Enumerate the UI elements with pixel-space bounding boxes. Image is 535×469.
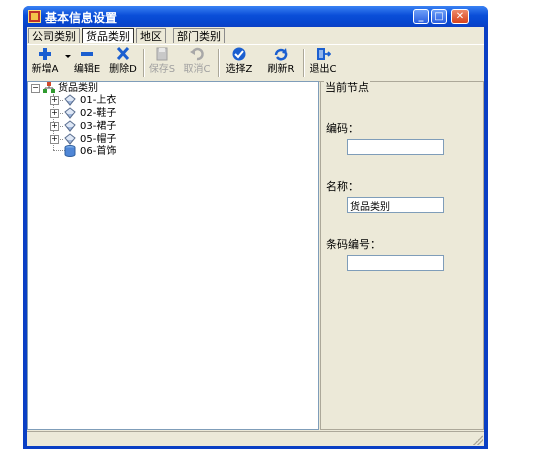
new-dropdown-arrow-icon[interactable] [65, 55, 71, 58]
barcode-field[interactable] [347, 255, 444, 271]
cancel-label: 取消C [183, 64, 211, 75]
tab-region[interactable]: 地区 [136, 28, 166, 43]
refresh-label: 刷新R [267, 64, 295, 75]
window-title: 基本信息设置 [45, 11, 118, 25]
maximize-button[interactable]: □ [431, 9, 447, 24]
minimize-button[interactable]: _ [413, 9, 429, 24]
category-icon [64, 133, 76, 145]
database-icon [64, 145, 76, 157]
status-bar [27, 431, 484, 446]
tree-node-label: 06-首饰 [80, 146, 117, 157]
cancel-button[interactable]: 取消C [181, 47, 213, 79]
barcode-label: 条码编号： [326, 238, 381, 251]
toolbar-separator [303, 49, 305, 77]
title-bar[interactable]: 基本信息设置 _ □ ✕ [23, 6, 488, 27]
tab-goods-category[interactable]: 货品类别 [82, 28, 134, 43]
save-label: 保存S [148, 64, 176, 75]
close-button[interactable]: ✕ [451, 9, 469, 24]
new-label: 新增A [31, 64, 59, 75]
code-field[interactable] [347, 139, 444, 155]
expand-icon[interactable]: + [50, 109, 59, 118]
current-node-panel: 当前节点 编码： 名称： 条码编号： [320, 79, 484, 430]
select-label: 选择Z [225, 64, 253, 75]
collapse-icon[interactable]: − [31, 84, 40, 93]
client-area: 公司类别 货品类别 地区 部门类别 新增A 编辑E 删除D 保存S 取消C 选择… [27, 27, 484, 446]
delete-button[interactable]: 删除D [108, 47, 138, 79]
expand-icon[interactable]: + [50, 122, 59, 131]
toolbar-separator [218, 49, 220, 77]
check-icon [232, 47, 246, 61]
plus-icon [39, 48, 51, 60]
category-icon [64, 120, 76, 132]
exit-door-icon [317, 48, 331, 60]
exit-button[interactable]: 退出C [308, 47, 338, 79]
tab-company-category[interactable]: 公司类别 [28, 28, 80, 43]
category-icon [64, 107, 76, 119]
expand-icon[interactable]: + [50, 135, 59, 144]
expand-icon[interactable]: + [50, 96, 59, 105]
toolbar: 新增A 编辑E 删除D 保存S 取消C 选择Z 刷新R 退出C [27, 44, 484, 82]
code-label: 编码： [326, 122, 359, 135]
new-button[interactable]: 新增A [28, 47, 62, 79]
edit-label: 编辑E [73, 64, 101, 75]
refresh-button[interactable]: 刷新R [266, 47, 296, 79]
select-button[interactable]: 选择Z [224, 47, 254, 79]
app-window: 基本信息设置 _ □ ✕ 公司类别 货品类别 地区 部门类别 新增A 编辑E 删… [23, 6, 488, 449]
tree-node-label: 02-鞋子 [80, 108, 117, 119]
group-title: 当前节点 [324, 79, 370, 95]
app-logo-icon [28, 10, 41, 23]
save-icon [156, 47, 168, 61]
minus-icon [81, 52, 93, 56]
category-icon [64, 94, 76, 106]
tree-node-label: 03-裙子 [80, 121, 117, 132]
edit-button[interactable]: 编辑E [72, 47, 102, 79]
tab-department-category[interactable]: 部门类别 [173, 28, 225, 43]
undo-icon [190, 47, 204, 61]
name-label: 名称： [326, 180, 359, 193]
tree-node-label: 01-上衣 [80, 95, 117, 106]
refresh-icon [274, 48, 288, 61]
exit-label: 退出C [309, 64, 337, 75]
org-tree-icon [43, 82, 55, 93]
save-button[interactable]: 保存S [147, 47, 177, 79]
tab-strip: 公司类别 货品类别 地区 部门类别 [27, 27, 484, 44]
delete-label: 删除D [109, 64, 137, 75]
name-field[interactable] [347, 197, 444, 213]
toolbar-separator [143, 49, 145, 77]
resize-grip-icon[interactable] [473, 435, 483, 445]
category-tree[interactable]: − 货品类别 + 01-上衣 + 02-鞋子 + 03-裙子 + 05-帽子 0… [27, 81, 319, 430]
x-icon [116, 47, 130, 61]
